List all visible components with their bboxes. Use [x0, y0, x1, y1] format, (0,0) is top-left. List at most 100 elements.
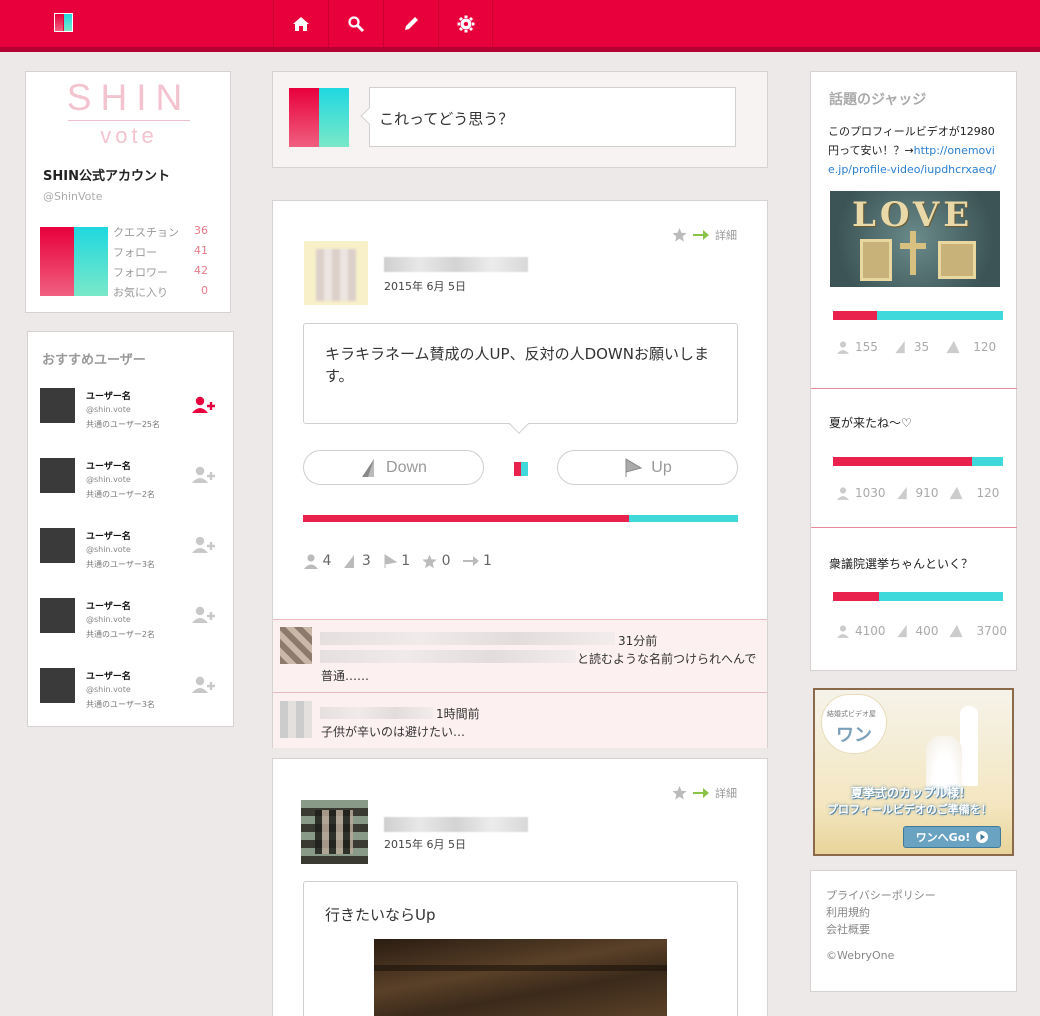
trending-item-image[interactable]: LOVE: [830, 191, 1000, 287]
user-handle: @shin.vote: [86, 405, 131, 414]
user-common-count: 共通のユーザー2名: [86, 490, 155, 499]
recommended-user-row[interactable]: ユーザー名 @shin.vote 共通のユーザー3名: [40, 528, 220, 569]
post-author-name[interactable]: [384, 817, 528, 832]
avatar[interactable]: [40, 528, 75, 563]
stat-questions-value: 36: [194, 224, 208, 237]
user-handle: @shin.vote: [86, 475, 131, 484]
post-author-avatar[interactable]: [301, 800, 368, 864]
trending-item-text: 夏が来たね～♡: [829, 416, 912, 430]
up-flag-icon: [625, 457, 643, 477]
stat-down-value: 3: [361, 553, 371, 569]
down-sail-icon: [362, 458, 375, 477]
trending-vote-bar: [833, 592, 1003, 601]
detail-link[interactable]: 詳細: [715, 785, 737, 801]
recommended-user-row[interactable]: ユーザー名 @shin.vote 共通のユーザー2名: [40, 458, 220, 499]
post-date: 2015年 6月 5日: [384, 280, 466, 293]
avatar[interactable]: [40, 388, 75, 423]
share-arrow-icon[interactable]: [693, 229, 709, 241]
composer-input[interactable]: これってどう思う？: [360, 87, 736, 147]
profile-name[interactable]: SHIN公式アカウント: [43, 165, 170, 184]
recommended-user-row[interactable]: ユーザー名 @shin.vote 共通のユーザー25名: [40, 388, 220, 429]
user-name[interactable]: ユーザー名: [86, 669, 131, 682]
recommended-user-row[interactable]: ユーザー名 @shin.vote 共通のユーザー2名: [40, 598, 220, 639]
post-stats: 4 3 1 0 1: [304, 553, 492, 569]
ad-line1: 夏挙式のカップル様！: [851, 786, 972, 800]
question-photo[interactable]: [374, 939, 667, 1016]
post-card: 詳細 2015年 6月 5日 キラキラネーム賛成の人UP、反対の人DOWNお願い…: [272, 200, 768, 748]
stat-users[interactable]: 4: [304, 553, 331, 569]
recommended-user-row[interactable]: ユーザー名 @shin.vote 共通のユーザー3名: [40, 668, 220, 709]
stat-followers[interactable]: フォロワー 42: [113, 264, 208, 284]
vote-up-label: Up: [651, 458, 672, 476]
logo-top-text: SHIN: [66, 77, 192, 118]
add-user-icon[interactable]: [192, 396, 216, 414]
footer-link-privacy[interactable]: プライバシーポリシー: [826, 887, 936, 903]
user-name[interactable]: ユーザー名: [86, 599, 131, 612]
star-icon: [422, 553, 437, 568]
stat-fav[interactable]: 0: [422, 553, 451, 569]
app-logo[interactable]: [54, 13, 73, 32]
star-icon[interactable]: [672, 228, 687, 242]
user-name[interactable]: ユーザー名: [86, 389, 131, 402]
love-image-text: LOVE: [852, 195, 974, 235]
avatar[interactable]: [40, 598, 75, 633]
nav-post-button[interactable]: [383, 0, 438, 47]
stat-share[interactable]: 1: [462, 553, 492, 569]
add-user-icon[interactable]: [192, 466, 216, 484]
trending-users-count: 155: [855, 340, 878, 354]
post-author-name[interactable]: [384, 257, 528, 272]
nav-home-button[interactable]: [273, 0, 328, 47]
trending-users-count: 1030: [855, 486, 886, 500]
composer-avatar: [289, 88, 349, 147]
stat-following[interactable]: フォロー 41: [113, 244, 208, 264]
nav-search-button[interactable]: [328, 0, 383, 47]
user-handle: @shin.vote: [86, 685, 131, 694]
question-text: 行きたいならUp: [325, 906, 436, 924]
down-sail-icon: [895, 340, 905, 354]
user-handle: @shin.vote: [86, 615, 131, 624]
comment-avatar[interactable]: [280, 627, 312, 664]
trending-card: 話題のジャッジ このプロフィールビデオが12980円って安い！？→http://…: [810, 71, 1017, 671]
user-name[interactable]: ユーザー名: [86, 459, 131, 472]
share-arrow-icon[interactable]: [693, 787, 709, 799]
footer-link-terms[interactable]: 利用規約: [826, 904, 870, 920]
trending-item[interactable]: このプロフィールビデオが12980円って安い！？→http://onemovie…: [828, 122, 1003, 179]
footer-link-company[interactable]: 会社概要: [826, 921, 870, 937]
add-user-icon[interactable]: [192, 536, 216, 554]
vote-up-button[interactable]: Up: [557, 450, 738, 485]
comment-author-name[interactable]: [320, 632, 615, 645]
stat-questions[interactable]: クエスチョン 36: [113, 224, 208, 244]
nav-settings-button[interactable]: [438, 0, 493, 47]
comment-avatar[interactable]: [280, 701, 312, 738]
ad-cta-button[interactable]: ワンへGo!: [903, 826, 1001, 848]
comment-author-name[interactable]: [320, 707, 433, 719]
question-text: キラキラネーム賛成の人UP、反対の人DOWNお願いします。: [325, 345, 709, 385]
stat-down[interactable]: 3: [343, 553, 371, 569]
stat-up[interactable]: 1: [383, 553, 410, 569]
user-icon: [837, 624, 849, 638]
avatar[interactable]: [40, 668, 75, 703]
add-user-icon[interactable]: [192, 606, 216, 624]
trending-down-count: 35: [913, 340, 930, 354]
vote-down-button[interactable]: Down: [303, 450, 484, 485]
trending-up-count: 3700: [976, 624, 1007, 638]
ad-banner[interactable]: 結婚式ビデオ屋 ワン 夏挙式のカップル様！ プロフィールビデオのご準備を！ ワン…: [813, 688, 1014, 856]
stat-questions-label: クエスチョン: [113, 226, 179, 239]
trending-item[interactable]: 衆議院選挙ちゃんといく？ 4100 400 3700: [811, 527, 1017, 671]
stat-favorites-value: 0: [201, 284, 208, 297]
trending-item[interactable]: 夏が来たね～♡ 1030 910 120: [811, 388, 1017, 527]
avatar[interactable]: [40, 458, 75, 493]
post-author-avatar[interactable]: [304, 241, 368, 305]
vote-mini-logo: [514, 462, 528, 476]
star-icon[interactable]: [672, 786, 687, 800]
user-name[interactable]: ユーザー名: [86, 529, 131, 542]
comment-time: 1時間前: [436, 707, 480, 721]
ad-brand: ワン: [836, 725, 872, 746]
profile-stats: クエスチョン 36 フォロー 41 フォロワー 42 お気に入り 0: [113, 224, 208, 304]
detail-link[interactable]: 詳細: [715, 227, 737, 243]
down-sail-icon: [344, 554, 355, 568]
footer-card: プライバシーポリシー 利用規約 会社概要 ©WebryOne: [810, 870, 1017, 992]
search-icon: [348, 15, 365, 32]
stat-favorites[interactable]: お気に入り 0: [113, 284, 208, 304]
add-user-icon[interactable]: [192, 676, 216, 694]
